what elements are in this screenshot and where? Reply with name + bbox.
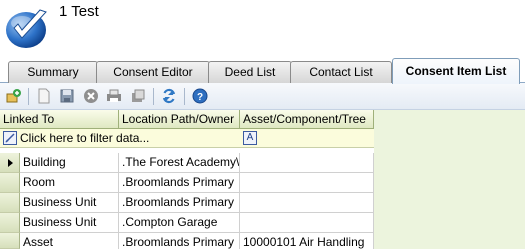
- column-header-asset[interactable]: Asset/Component/Tree: [240, 110, 374, 129]
- cell-asset: [240, 173, 374, 193]
- cell-linked-to: Asset: [20, 233, 119, 249]
- empty-grid-area: [374, 110, 525, 249]
- table-row[interactable]: Business Unit .Broomlands Primary: [0, 193, 374, 213]
- tab-contact-list[interactable]: Contact List: [290, 61, 392, 83]
- table-row[interactable]: Room .Broomlands Primary: [0, 173, 374, 193]
- row-selector[interactable]: [0, 213, 20, 233]
- toolbar-separator: [28, 88, 29, 105]
- new-icon[interactable]: [36, 88, 52, 104]
- add-link-icon[interactable]: [6, 88, 22, 104]
- help-icon[interactable]: ?: [192, 88, 208, 104]
- filter-operator-button[interactable]: A: [243, 131, 257, 145]
- cell-location: .Broomlands Primary: [119, 233, 240, 249]
- check-logo-icon: [6, 9, 47, 48]
- page-title: 1 Test: [59, 3, 99, 20]
- row-selector[interactable]: [0, 193, 20, 213]
- tab-consent-editor[interactable]: Consent Editor: [96, 61, 210, 83]
- table-row[interactable]: Building .The Forest Academy\: [0, 153, 374, 173]
- delete-icon[interactable]: [83, 88, 99, 104]
- cell-asset: [240, 193, 374, 213]
- toolbar: ?: [0, 83, 525, 110]
- filter-row[interactable]: Click here to filter data... A: [0, 129, 374, 148]
- table-row[interactable]: Asset .Broomlands Primary 10000101 Air H…: [0, 233, 374, 249]
- refresh-icon[interactable]: [161, 88, 177, 104]
- header: 1 Test: [0, 0, 525, 60]
- row-selector[interactable]: [0, 153, 20, 173]
- current-row-indicator-icon: [8, 159, 13, 167]
- cell-location: .Compton Garage: [119, 213, 240, 233]
- cell-asset: [240, 213, 374, 233]
- cell-asset: 10000101 Air Handling: [240, 233, 374, 249]
- cell-asset: [240, 153, 374, 173]
- cell-location: .The Forest Academy\: [119, 153, 240, 173]
- cell-linked-to: Building: [20, 153, 119, 173]
- table-row[interactable]: Business Unit .Compton Garage: [0, 213, 374, 233]
- tab-consent-item-list[interactable]: Consent Item List: [392, 58, 520, 84]
- svg-text:?: ?: [197, 92, 203, 103]
- consent-item-grid: Linked To Location Path/Owner Asset/Comp…: [0, 110, 374, 249]
- cell-linked-to: Business Unit: [20, 213, 119, 233]
- toolbar-separator: [153, 88, 154, 105]
- cell-location: .Broomlands Primary: [119, 173, 240, 193]
- tab-deed-list[interactable]: Deed List: [208, 61, 292, 83]
- print-icon[interactable]: [106, 88, 122, 104]
- filter-placeholder: Click here to filter data...: [20, 131, 150, 145]
- export-icon[interactable]: [130, 88, 146, 104]
- toolbar-separator: [184, 88, 185, 105]
- column-header-linked-to[interactable]: Linked To: [0, 110, 119, 129]
- filter-row-icon[interactable]: [3, 131, 17, 145]
- cell-linked-to: Business Unit: [20, 193, 119, 213]
- save-icon[interactable]: [59, 88, 75, 104]
- tab-summary[interactable]: Summary: [8, 61, 98, 83]
- row-selector[interactable]: [0, 173, 20, 193]
- row-selector[interactable]: [0, 233, 20, 249]
- cell-location: .Broomlands Primary: [119, 193, 240, 213]
- tab-strip: Summary Consent Editor Deed List Contact…: [0, 58, 525, 84]
- cell-linked-to: Room: [20, 173, 119, 193]
- column-header-location-path[interactable]: Location Path/Owner: [119, 110, 240, 129]
